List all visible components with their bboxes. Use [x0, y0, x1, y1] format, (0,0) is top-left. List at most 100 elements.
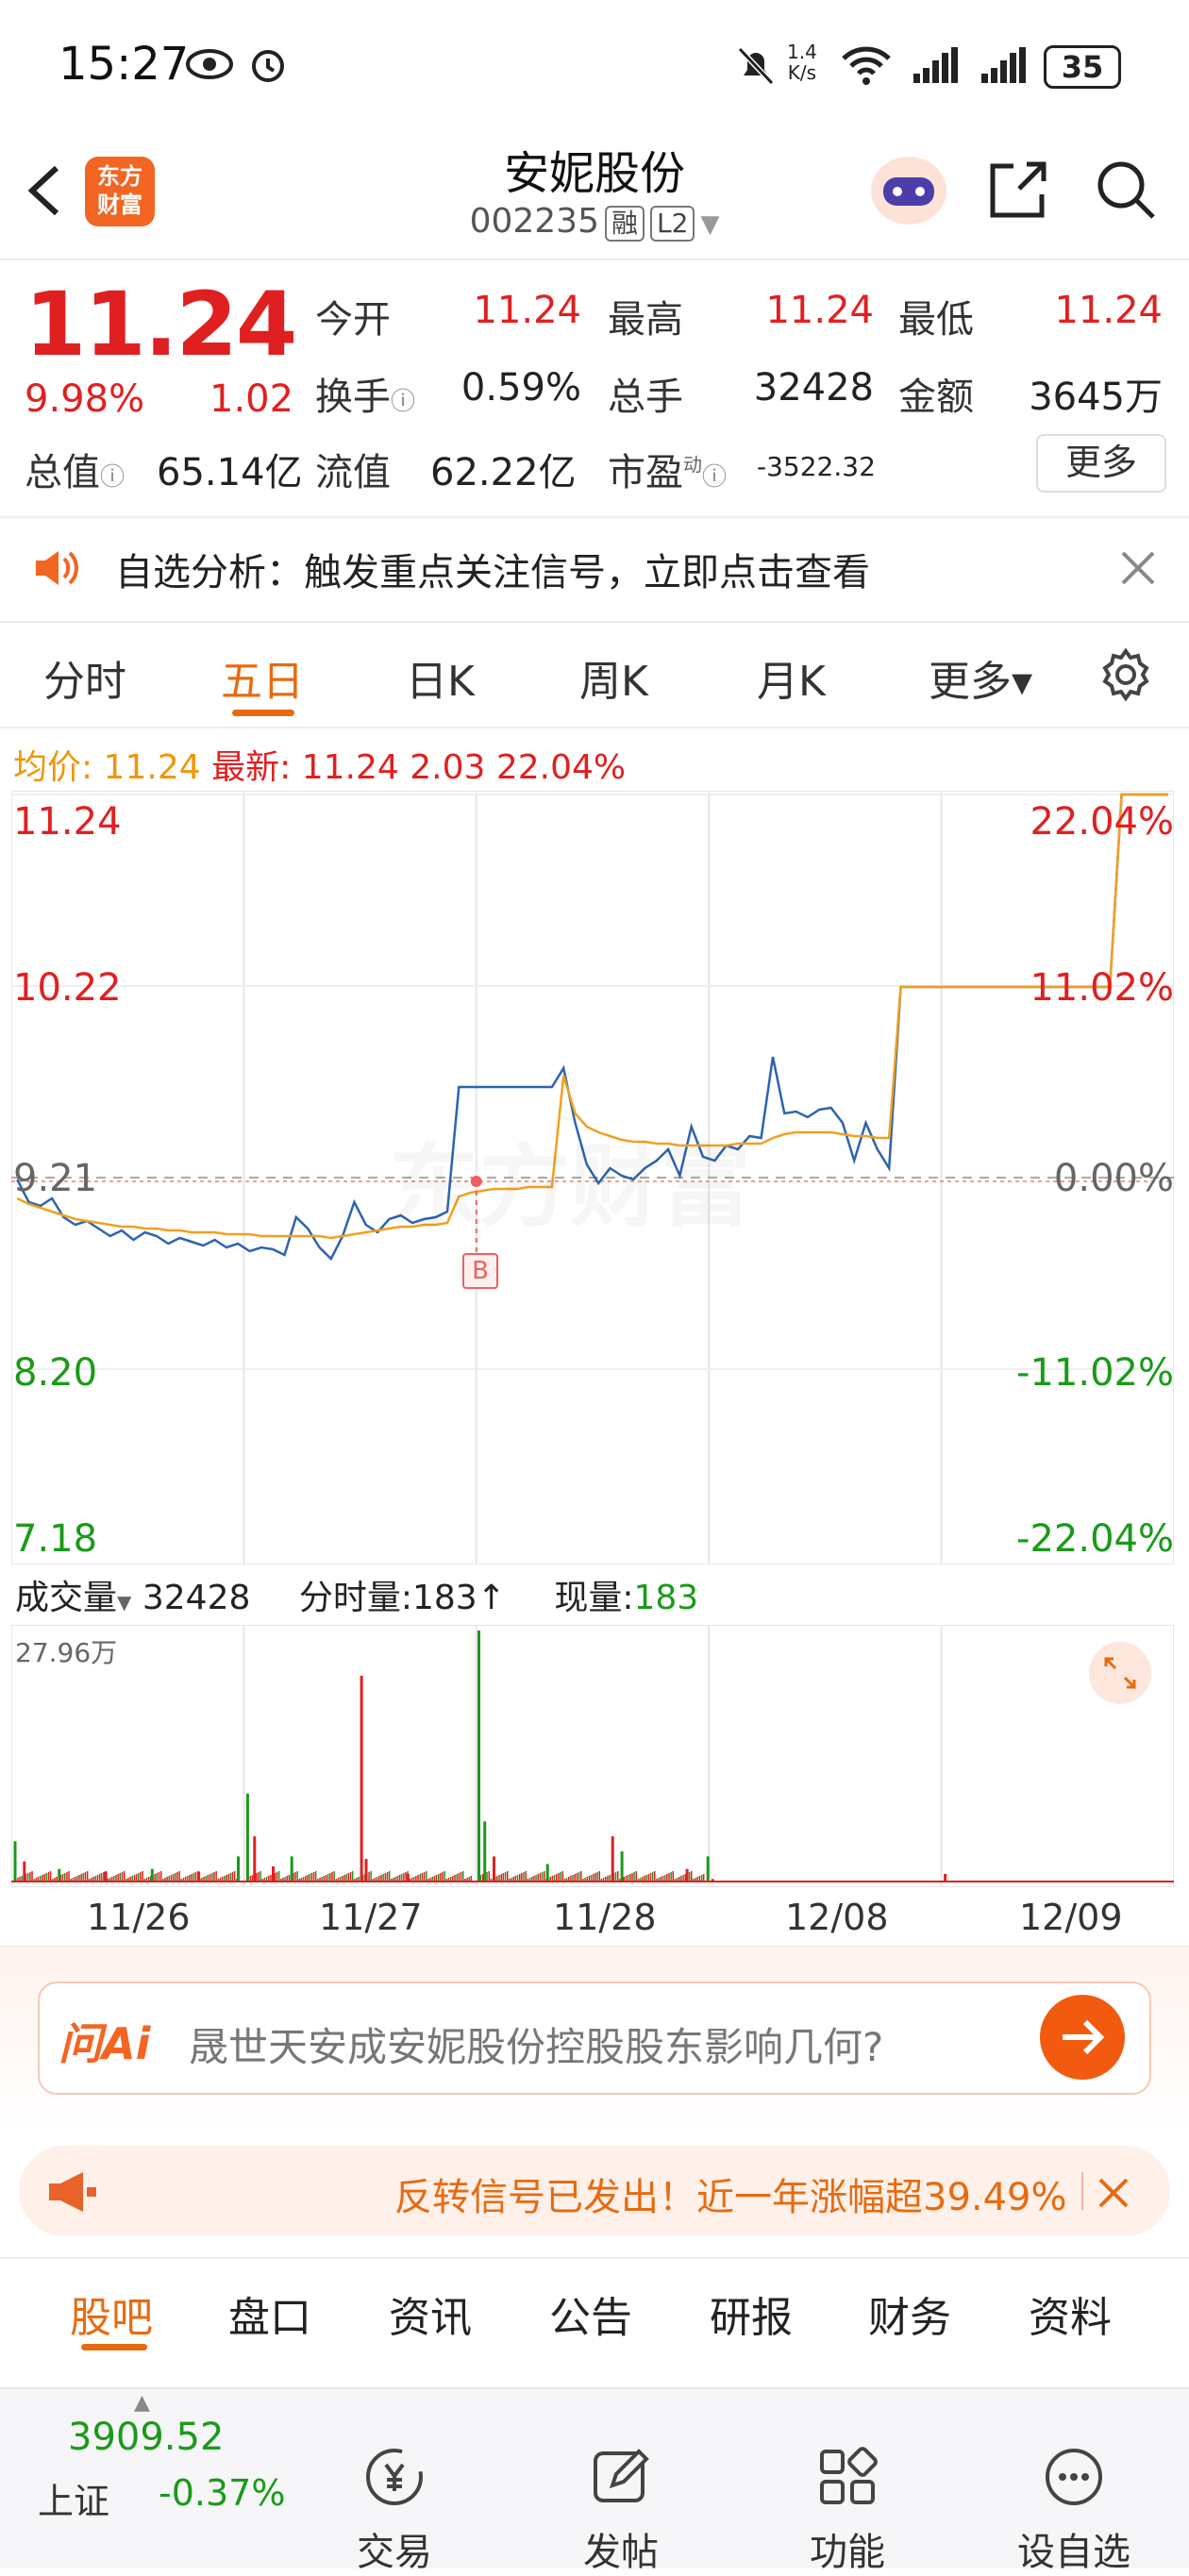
low-label: 最低 [898, 298, 974, 342]
tab-daily-k[interactable]: 日K [406, 647, 475, 708]
volume-noise-bar [251, 1875, 254, 1882]
volume-bar [360, 1675, 363, 1882]
y-tick-right: 22.04% [1030, 800, 1174, 844]
tab-five-day[interactable]: 五日 [221, 647, 304, 708]
notice-text[interactable]: 自选分析：触发重点关注信号，立即点击查看 [115, 542, 870, 596]
close-icon[interactable] [1097, 2176, 1130, 2210]
volume-noise-bar [435, 1875, 438, 1882]
volume-noise-bar [454, 1875, 456, 1882]
promo-text[interactable]: 反转信号已发出！近一年涨幅超39.49% [394, 2166, 1066, 2221]
buy-marker[interactable]: B [462, 1253, 498, 1289]
mktcap-label[interactable]: 总值ⓘ [25, 442, 125, 496]
tab-pankou[interactable]: 盘口 [228, 2283, 311, 2344]
tab-monthly-k[interactable]: 月K [757, 647, 826, 708]
search-icon[interactable] [1095, 159, 1157, 221]
ai-send-button[interactable] [1040, 1995, 1125, 2080]
volume-noise-bar [535, 1875, 537, 1882]
volume-noise-bar [309, 1874, 310, 1882]
volume-noise-bar [519, 1874, 521, 1882]
volume-noise-bar [504, 1872, 507, 1882]
volume-noise-bar [227, 1874, 229, 1882]
volume-bar [685, 1868, 689, 1882]
volume-noise-bar [609, 1875, 611, 1882]
volume-noise-bar [386, 1872, 389, 1882]
tab-intraday[interactable]: 分时 [43, 647, 126, 708]
volume-noise-bar [578, 1872, 580, 1882]
volume-noise-bar [294, 1872, 296, 1882]
dropdown-caret-icon: ▼ [700, 210, 720, 239]
volume-noise-bar [119, 1873, 121, 1882]
tab-research[interactable]: 研报 [710, 2283, 793, 2344]
robot-assistant-icon[interactable] [866, 151, 951, 228]
net-speed-unit: K/s [787, 61, 817, 84]
volume-chart[interactable] [11, 1625, 1174, 1887]
index-value[interactable]: 3909.52 [68, 2416, 224, 2459]
volume-bar [620, 1851, 624, 1882]
volume-noise-bar [66, 1872, 68, 1882]
tab-finance[interactable]: 财务 [868, 2283, 951, 2344]
volume-noise-bar [627, 1875, 629, 1882]
volume-noise-bar [523, 1872, 525, 1882]
nav-function[interactable]: 功能 [762, 2444, 932, 2576]
expand-button[interactable] [1089, 1642, 1151, 1704]
volume-noise-bar [553, 1875, 556, 1882]
volume-noise-bar [688, 1872, 691, 1882]
volume-noise-bar [421, 1873, 424, 1882]
tab-more[interactable]: 更多▾ [929, 647, 1032, 708]
volume-noise-bar [544, 1871, 545, 1882]
edit-icon [594, 2449, 649, 2502]
volume-noise-bar [368, 1872, 370, 1882]
volume-noise-bar [380, 1875, 382, 1882]
volume-noise-bar [209, 1874, 211, 1882]
volume-noise-bar [270, 1875, 272, 1882]
volume-noise-bar [194, 1872, 197, 1882]
float-label: 流值 [315, 451, 391, 494]
volume-noise-bar [654, 1871, 656, 1882]
tab-guba[interactable]: 股吧 [70, 2283, 153, 2344]
volume-label: 总手 [608, 376, 683, 419]
close-icon[interactable] [1119, 549, 1157, 587]
volume-noise-bar [539, 1873, 542, 1882]
tab-weekly-k[interactable]: 周K [579, 647, 648, 708]
volume-noise-bar [456, 1874, 458, 1882]
volume-noise-bar [442, 1872, 444, 1882]
volume-noise-bar [154, 1874, 156, 1882]
index-change[interactable]: -0.37% [159, 2472, 285, 2514]
nav-post[interactable]: 发帖 [536, 2444, 706, 2576]
volume-frame [11, 1625, 1174, 1887]
volume-noise-bar [516, 1875, 519, 1882]
tab-news[interactable]: 资讯 [389, 2283, 472, 2344]
share-icon[interactable] [987, 159, 1049, 221]
volume-noise-bar [645, 1875, 647, 1882]
nav-trade[interactable]: 交易 [310, 2444, 479, 2576]
settings-gear-icon[interactable] [1098, 647, 1153, 702]
pe-label[interactable]: 市盈动ⓘ [608, 442, 727, 496]
volume-noise-bar [572, 1875, 574, 1882]
nav-add-watchlist[interactable]: 设自选 [989, 2444, 1159, 2576]
tab-profile[interactable]: 资料 [1029, 2283, 1112, 2344]
turnover-label[interactable]: 换手ⓘ [315, 366, 415, 421]
index-name[interactable]: 上证 [38, 2472, 109, 2524]
volume-type-select[interactable]: 成交量▼ [15, 1579, 131, 1617]
volume-noise-bar [29, 1872, 31, 1882]
volume-noise-bar [156, 1873, 158, 1882]
volume-noise-bar [226, 1875, 227, 1882]
volume-noise-bar [121, 1872, 124, 1882]
volume-noise-bar [61, 1874, 64, 1882]
volume-noise-bar [310, 1873, 313, 1882]
volume-noise-bar [486, 1872, 488, 1882]
volume-bar [364, 1859, 368, 1882]
volume-noise-bar [460, 1872, 462, 1882]
volume-noise-bar [258, 1872, 260, 1882]
volume-noise-bar [211, 1873, 213, 1882]
volume-noise-bar [666, 1874, 668, 1882]
volume-noise-bar [598, 1871, 600, 1882]
volume-noise-bar [498, 1875, 500, 1882]
high-value: 11.24 [765, 289, 874, 332]
volume-noise-bar [175, 1873, 176, 1882]
volume-noise-bar [45, 1873, 47, 1882]
ai-question-text[interactable]: 晟世天安成安妮股份控股股东影响几何? [189, 2016, 883, 2073]
more-button[interactable]: 更多 [1036, 434, 1166, 493]
tab-announcement[interactable]: 公告 [549, 2283, 632, 2344]
volume-noise-bar [333, 1871, 335, 1882]
